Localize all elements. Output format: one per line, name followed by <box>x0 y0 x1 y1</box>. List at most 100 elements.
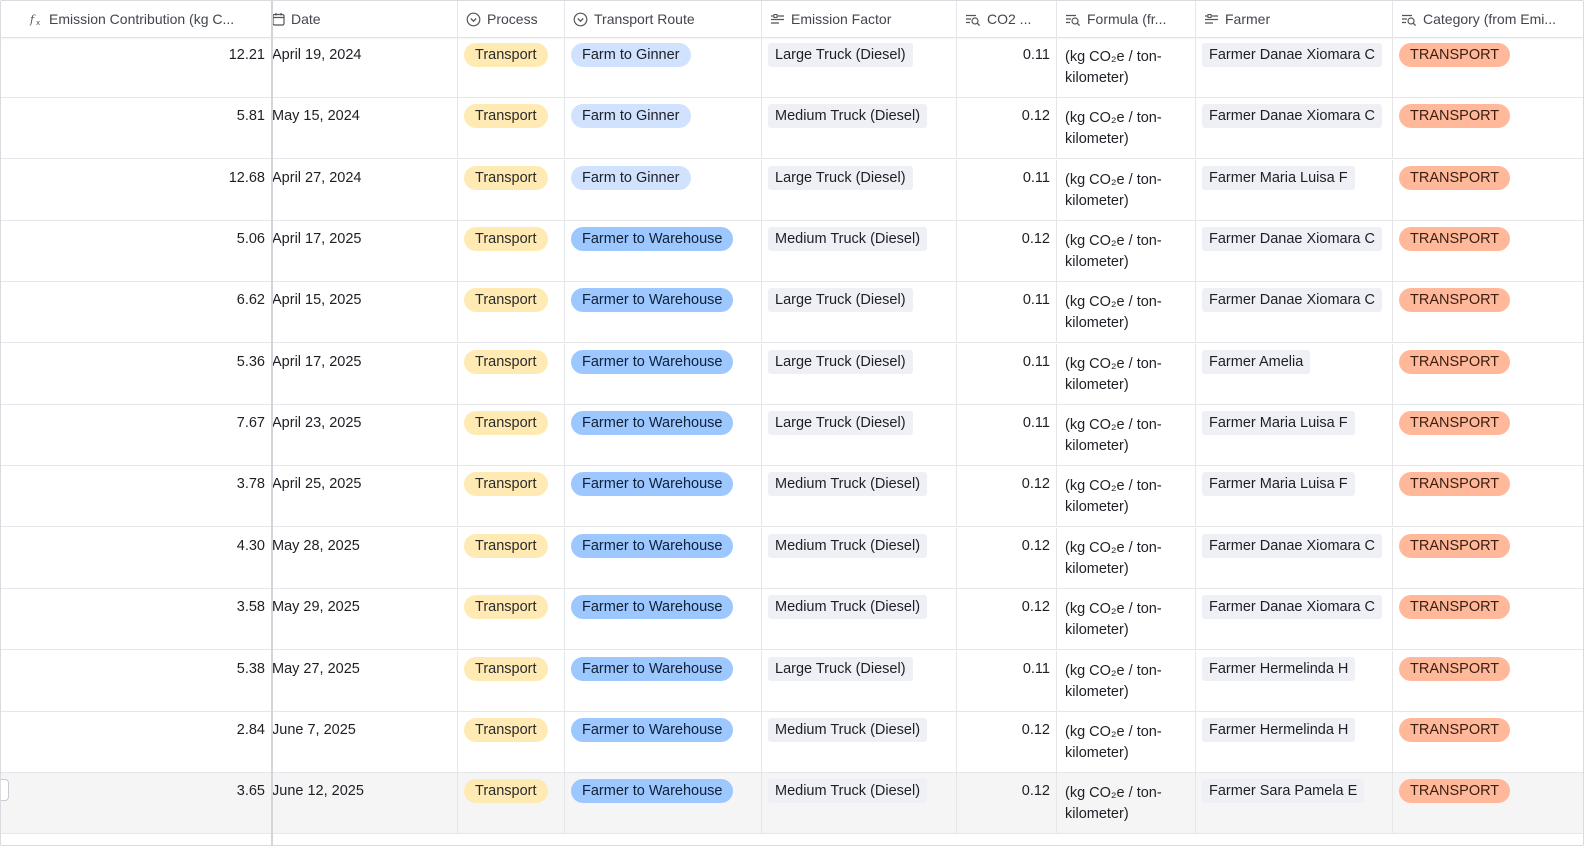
cell-emission[interactable]: 5.38 <box>1 650 272 712</box>
emission-factor-link[interactable]: Medium Truck (Diesel) <box>768 533 928 558</box>
cell-date[interactable]: April 15, 2025 <box>272 282 458 344</box>
cell-emission[interactable]: 12.68 <box>1 159 272 221</box>
cell-emission[interactable]: 5.06 <box>1 221 272 283</box>
table-row[interactable]: 3.58 May 29, 2025 Transport Farmer to Wareh… <box>1 589 1583 651</box>
farmer-link[interactable]: Farmer Danae Xiomara C <box>1202 288 1382 313</box>
cell-route[interactable]: Farm to Ginner <box>565 37 762 98</box>
column-header-emission[interactable]: f x Emission Contribution (kg C... <box>1 1 272 37</box>
cell-emission[interactable]: 2.84 <box>1 711 272 773</box>
cell-emission[interactable]: 3.65 <box>1 773 272 835</box>
farmer-link[interactable]: Farmer Danae Xiomara C <box>1202 595 1382 620</box>
cell-factor[interactable]: Medium Truck (Diesel) <box>762 466 957 528</box>
cell-farmer[interactable]: Farmer Sara Pamela E <box>1196 773 1393 835</box>
cell-date[interactable]: June 7, 2025 <box>272 711 458 773</box>
cell-emission[interactable]: 7.67 <box>1 405 272 467</box>
cell-emission[interactable]: 5.81 <box>1 98 272 160</box>
cell-farmer[interactable]: Farmer Amelia <box>1196 343 1393 405</box>
cell-co2[interactable]: 0.11 <box>957 405 1057 467</box>
emission-factor-link[interactable]: Large Truck (Diesel) <box>768 43 913 67</box>
emission-factor-link[interactable]: Medium Truck (Diesel) <box>768 104 928 129</box>
emission-factor-link[interactable]: Medium Truck (Diesel) <box>768 472 928 497</box>
cell-co2[interactable]: 0.12 <box>957 711 1057 773</box>
emission-factor-link[interactable]: Large Truck (Diesel) <box>768 656 913 681</box>
cell-date[interactable]: May 27, 2025 <box>272 650 458 712</box>
cell-category[interactable]: TRANSPORT <box>1393 221 1583 282</box>
table-row[interactable]: 6.62 April 15, 2025 Transport Farmer to War… <box>1 282 1583 344</box>
cell-formula[interactable]: (kg CO₂e / ton-kilometer) <box>1057 589 1196 651</box>
cell-date[interactable]: June 12, 2025 <box>272 773 458 835</box>
cell-category[interactable]: TRANSPORT <box>1393 405 1583 466</box>
cell-route[interactable]: Farmer to Warehouse <box>565 405 762 467</box>
farmer-link[interactable]: Farmer Danae Xiomara C <box>1202 227 1382 252</box>
table-row[interactable]: 3.78 April 25, 2025 Transport Farmer to War… <box>1 466 1583 528</box>
cell-formula[interactable]: (kg CO₂e / ton-kilometer) <box>1057 159 1196 221</box>
cell-category[interactable]: TRANSPORT <box>1393 773 1583 834</box>
emission-factor-link[interactable]: Large Truck (Diesel) <box>768 411 913 436</box>
cell-route[interactable]: Farmer to Warehouse <box>565 282 762 344</box>
cell-farmer[interactable]: Farmer Danae Xiomara C <box>1196 282 1393 344</box>
cell-category[interactable]: TRANSPORT <box>1393 344 1583 405</box>
cell-factor[interactable]: Large Truck (Diesel) <box>762 405 957 467</box>
cell-category[interactable]: TRANSPORT <box>1393 712 1583 773</box>
cell-factor[interactable]: Large Truck (Diesel) <box>762 282 957 344</box>
cell-formula[interactable]: (kg CO₂e / ton-kilometer) <box>1057 527 1196 589</box>
farmer-link[interactable]: Farmer Danae Xiomara C <box>1202 104 1382 129</box>
farmer-link[interactable]: Farmer Maria Luisa F <box>1202 472 1355 497</box>
emission-factor-link[interactable]: Large Truck (Diesel) <box>768 349 913 374</box>
table-row[interactable]: 4.30 May 28, 2025 Transport Farmer to Wareh… <box>1 527 1583 589</box>
frozen-column-divider[interactable] <box>271 1 273 845</box>
cell-date[interactable]: April 17, 2025 <box>272 221 458 283</box>
cell-emission[interactable]: 4.30 <box>1 527 272 589</box>
farmer-link[interactable]: Farmer Amelia <box>1202 349 1311 374</box>
cell-factor[interactable]: Medium Truck (Diesel) <box>762 589 957 651</box>
cell-route[interactable]: Farm to Ginner <box>565 98 762 160</box>
cell-category[interactable]: TRANSPORT <box>1393 528 1583 589</box>
table-row[interactable]: 12.21 April 19, 2024 Transport Farm to Ginn… <box>1 37 1583 98</box>
farmer-link[interactable]: Farmer Danae Xiomara C <box>1202 43 1382 67</box>
cell-factor[interactable]: Medium Truck (Diesel) <box>762 527 957 589</box>
cell-formula[interactable]: (kg CO₂e / ton-kilometer) <box>1057 343 1196 405</box>
farmer-link[interactable]: Farmer Hermelinda H <box>1202 656 1356 681</box>
cell-date[interactable]: April 27, 2024 <box>272 159 458 221</box>
cell-process[interactable]: Transport <box>458 773 565 835</box>
cell-route[interactable]: Farmer to Warehouse <box>565 773 762 835</box>
cell-category[interactable]: TRANSPORT <box>1393 466 1583 527</box>
cell-date[interactable]: April 19, 2024 <box>272 37 458 98</box>
table-row[interactable]: 3.65 June 12, 2025 Transport Farmer to Ware… <box>1 773 1583 835</box>
cell-route[interactable]: Farmer to Warehouse <box>565 527 762 589</box>
cell-factor[interactable]: Large Truck (Diesel) <box>762 159 957 221</box>
cell-farmer[interactable]: Farmer Danae Xiomara C <box>1196 527 1393 589</box>
cell-emission[interactable]: 3.78 <box>1 466 272 528</box>
cell-route[interactable]: Farmer to Warehouse <box>565 343 762 405</box>
cell-route[interactable]: Farmer to Warehouse <box>565 221 762 283</box>
table-row[interactable]: 5.81 May 15, 2024 Transport Farm to Ginner M… <box>1 98 1583 160</box>
farmer-link[interactable]: Farmer Maria Luisa F <box>1202 165 1355 190</box>
farmer-link[interactable]: Farmer Maria Luisa F <box>1202 411 1355 436</box>
cell-date[interactable]: May 28, 2025 <box>272 527 458 589</box>
cell-co2[interactable]: 0.12 <box>957 98 1057 160</box>
cell-emission[interactable]: 3.58 <box>1 589 272 651</box>
cell-co2[interactable]: 0.11 <box>957 282 1057 344</box>
cell-farmer[interactable]: Farmer Hermelinda H <box>1196 650 1393 712</box>
emission-factor-link[interactable]: Large Truck (Diesel) <box>768 165 913 190</box>
table-row[interactable]: 5.38 May 27, 2025 Transport Farmer to Wareh… <box>1 650 1583 712</box>
cell-emission[interactable]: 6.62 <box>1 282 272 344</box>
table-row[interactable]: 5.06 April 17, 2025 Transport Farmer to War… <box>1 221 1583 283</box>
cell-process[interactable]: Transport <box>458 221 565 283</box>
emission-factor-link[interactable]: Medium Truck (Diesel) <box>768 227 928 252</box>
cell-route[interactable]: Farmer to Warehouse <box>565 650 762 712</box>
column-header-route[interactable]: Transport Route <box>565 1 762 37</box>
cell-process[interactable]: Transport <box>458 589 565 651</box>
cell-process[interactable]: Transport <box>458 405 565 467</box>
cell-category[interactable]: TRANSPORT <box>1393 589 1583 650</box>
cell-co2[interactable]: 0.12 <box>957 589 1057 651</box>
emission-factor-link[interactable]: Large Truck (Diesel) <box>768 288 913 313</box>
row-expand-handle[interactable] <box>1 779 9 801</box>
table-row[interactable]: 5.36 April 17, 2025 Transport Farmer to War… <box>1 343 1583 405</box>
cell-factor[interactable]: Medium Truck (Diesel) <box>762 773 957 835</box>
cell-process[interactable]: Transport <box>458 650 565 712</box>
cell-process[interactable]: Transport <box>458 711 565 773</box>
cell-emission[interactable]: 5.36 <box>1 343 272 405</box>
cell-route[interactable]: Farmer to Warehouse <box>565 589 762 651</box>
cell-date[interactable]: April 23, 2025 <box>272 405 458 467</box>
